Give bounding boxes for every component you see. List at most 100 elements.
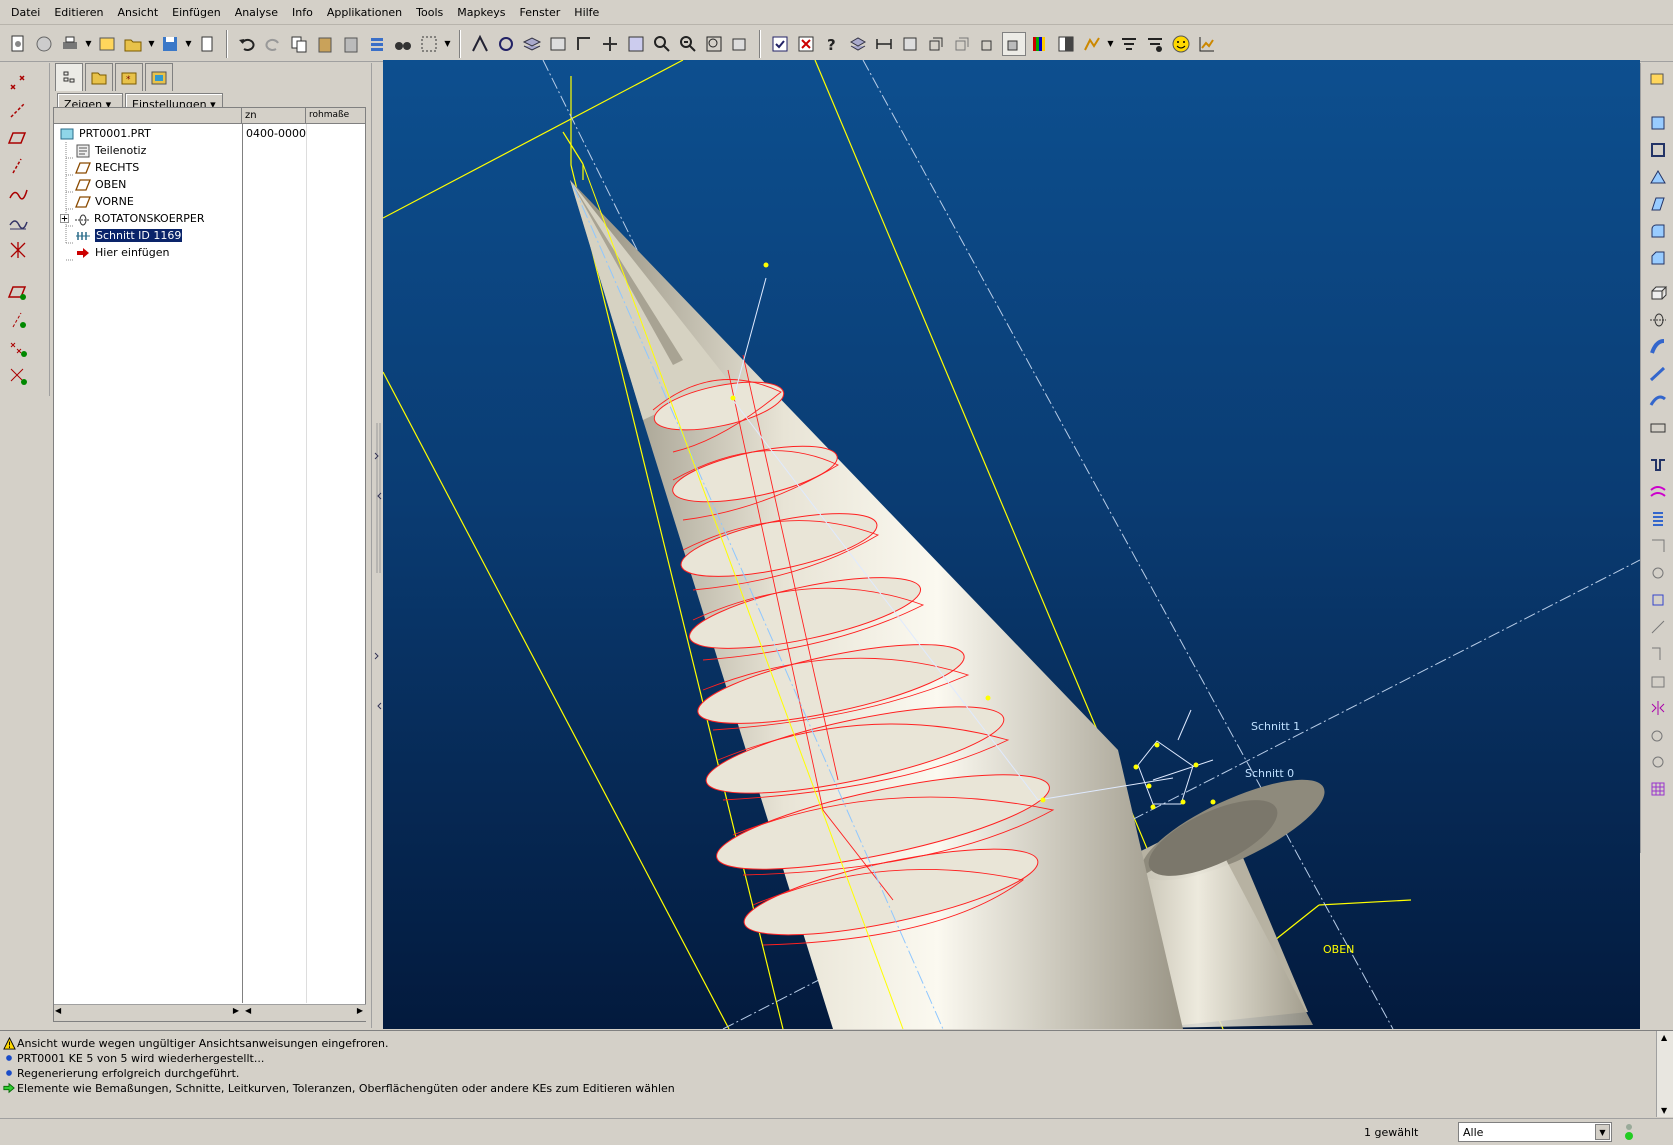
new-file-icon[interactable]: [6, 32, 30, 56]
tab-model-tree[interactable]: [55, 63, 83, 91]
menu-item-applikationen[interactable]: Applikationen: [327, 6, 402, 19]
folder-open-icon[interactable]: [121, 32, 145, 56]
trim-icon[interactable]: [1646, 642, 1670, 666]
wireframe-icon[interactable]: [924, 32, 948, 56]
copy-feature-icon[interactable]: [1646, 561, 1670, 585]
window-icon[interactable]: [95, 32, 119, 56]
thicken-icon[interactable]: [1646, 723, 1670, 747]
menu-item-mapkeys[interactable]: Mapkeys: [457, 6, 505, 19]
columns-hscroll[interactable]: ◀ ▶: [242, 1004, 366, 1021]
color-icon[interactable]: [1028, 32, 1052, 56]
rib-icon[interactable]: [1646, 165, 1670, 189]
tab-connections[interactable]: [145, 63, 173, 91]
column-header-rohmasse[interactable]: rohmaße: [306, 108, 366, 124]
datum-curve-icon[interactable]: [4, 181, 32, 207]
chevron-down-icon[interactable]: ▼: [443, 39, 452, 48]
column-header-zn[interactable]: zn: [242, 108, 306, 124]
analysis-icon[interactable]: [1080, 32, 1104, 56]
merge-icon[interactable]: [1646, 615, 1670, 639]
paste-special-icon[interactable]: [339, 32, 363, 56]
layer-tree-icon[interactable]: [846, 32, 870, 56]
blend-icon[interactable]: [1646, 362, 1670, 386]
graphics-viewport[interactable]: Schnitt 1 Schnitt 0 OBEN: [383, 60, 1640, 1029]
datum-axis-icon[interactable]: [4, 97, 32, 123]
query-icon[interactable]: [1143, 32, 1167, 56]
column-header-name[interactable]: [54, 108, 242, 124]
shading-icon[interactable]: [1002, 31, 1026, 56]
datum-label-oben[interactable]: OBEN: [1323, 943, 1354, 956]
grid-icon[interactable]: [1646, 777, 1670, 801]
sketch-line-icon[interactable]: [4, 153, 32, 179]
section-label-1[interactable]: Schnitt 1: [1251, 720, 1300, 733]
sketch-icon[interactable]: [4, 209, 32, 235]
saved-views-icon[interactable]: [728, 32, 752, 56]
zoom-fit-icon[interactable]: [702, 32, 726, 56]
solidify-icon[interactable]: [1646, 750, 1670, 774]
round-icon[interactable]: [1646, 219, 1670, 243]
scroll-right-icon[interactable]: ▶: [233, 1006, 239, 1015]
tab-favorites[interactable]: *: [115, 63, 143, 91]
paste-icon[interactable]: [313, 32, 337, 56]
filter-icon[interactable]: [1117, 32, 1141, 56]
smiley-icon[interactable]: [1169, 32, 1193, 56]
printer-icon[interactable]: [58, 32, 82, 56]
menu-item-datei[interactable]: Datei: [11, 6, 40, 19]
chevron-down-icon[interactable]: ▼: [1106, 39, 1115, 48]
extrude-icon[interactable]: [1646, 281, 1670, 305]
page-icon[interactable]: [195, 32, 219, 56]
helical-sweep-icon[interactable]: [1646, 507, 1670, 531]
graph-icon[interactable]: [1195, 32, 1219, 56]
scroll-right-icon[interactable]: ▶: [357, 1006, 363, 1015]
spin-center-icon[interactable]: [494, 32, 518, 56]
undo-icon[interactable]: [235, 32, 259, 56]
tree-item-insert-here[interactable]: Hier einfügen: [74, 244, 169, 261]
axis-display-icon[interactable]: [4, 307, 32, 333]
offset-icon[interactable]: [1646, 669, 1670, 693]
hole-icon[interactable]: [1646, 111, 1670, 135]
appearance-icon[interactable]: [1054, 32, 1078, 56]
datum-plane-icon[interactable]: [4, 125, 32, 151]
chamfer-icon[interactable]: [1646, 246, 1670, 270]
scroll-up-icon[interactable]: ▲: [1661, 1033, 1667, 1042]
close-window-icon[interactable]: [794, 32, 818, 56]
open-file-icon[interactable]: [32, 32, 56, 56]
menu-item-info[interactable]: Info: [292, 6, 313, 19]
tree-item-vorne[interactable]: VORNE: [74, 193, 134, 210]
redo-icon[interactable]: [261, 32, 285, 56]
menu-item-fenster[interactable]: Fenster: [519, 6, 560, 19]
chevron-down-icon[interactable]: ▼: [1595, 1124, 1610, 1140]
refit-icon[interactable]: [624, 32, 648, 56]
save-icon[interactable]: [158, 32, 182, 56]
regenerate-icon[interactable]: [365, 32, 389, 56]
chevron-down-icon[interactable]: ▼: [147, 39, 156, 48]
tree-hscroll[interactable]: ◀ ▶: [54, 1004, 242, 1021]
select-icon[interactable]: [1646, 67, 1670, 91]
chevron-down-icon[interactable]: ▼: [84, 39, 93, 48]
tree-item-revolve[interactable]: ROTATONSKOERPER: [58, 210, 205, 227]
menu-item-einfügen[interactable]: Einfügen: [172, 6, 221, 19]
revolve-tool-icon[interactable]: [1646, 308, 1670, 332]
csys-display-icon[interactable]: [4, 363, 32, 389]
window-activate-icon[interactable]: [768, 32, 792, 56]
tab-folder-browser[interactable]: [85, 63, 113, 91]
datum-tag-icon[interactable]: [898, 32, 922, 56]
zoom-out-icon[interactable]: [676, 32, 700, 56]
layers-icon[interactable]: [520, 32, 544, 56]
draft-icon[interactable]: [1646, 192, 1670, 216]
model-display-icon[interactable]: [546, 32, 570, 56]
dimension-icon[interactable]: [872, 32, 896, 56]
menu-item-ansicht[interactable]: Ansicht: [118, 6, 159, 19]
tree-item-part[interactable]: PRT0001.PRT: [58, 125, 151, 142]
hidden-line-icon[interactable]: [950, 32, 974, 56]
datum-display-icon[interactable]: [468, 32, 492, 56]
panel-splitter[interactable]: [371, 63, 383, 1028]
orient-icon[interactable]: [572, 32, 596, 56]
sweep-icon[interactable]: [1646, 335, 1670, 359]
menu-item-hilfe[interactable]: Hilfe: [574, 6, 599, 19]
zoom-in-icon[interactable]: [650, 32, 674, 56]
expand-icon[interactable]: [58, 211, 70, 227]
boundary-blend-icon[interactable]: [1646, 416, 1670, 440]
coordinate-system-icon[interactable]: [4, 237, 32, 263]
chevron-down-icon[interactable]: ▼: [184, 39, 193, 48]
pattern-icon[interactable]: [1646, 534, 1670, 558]
